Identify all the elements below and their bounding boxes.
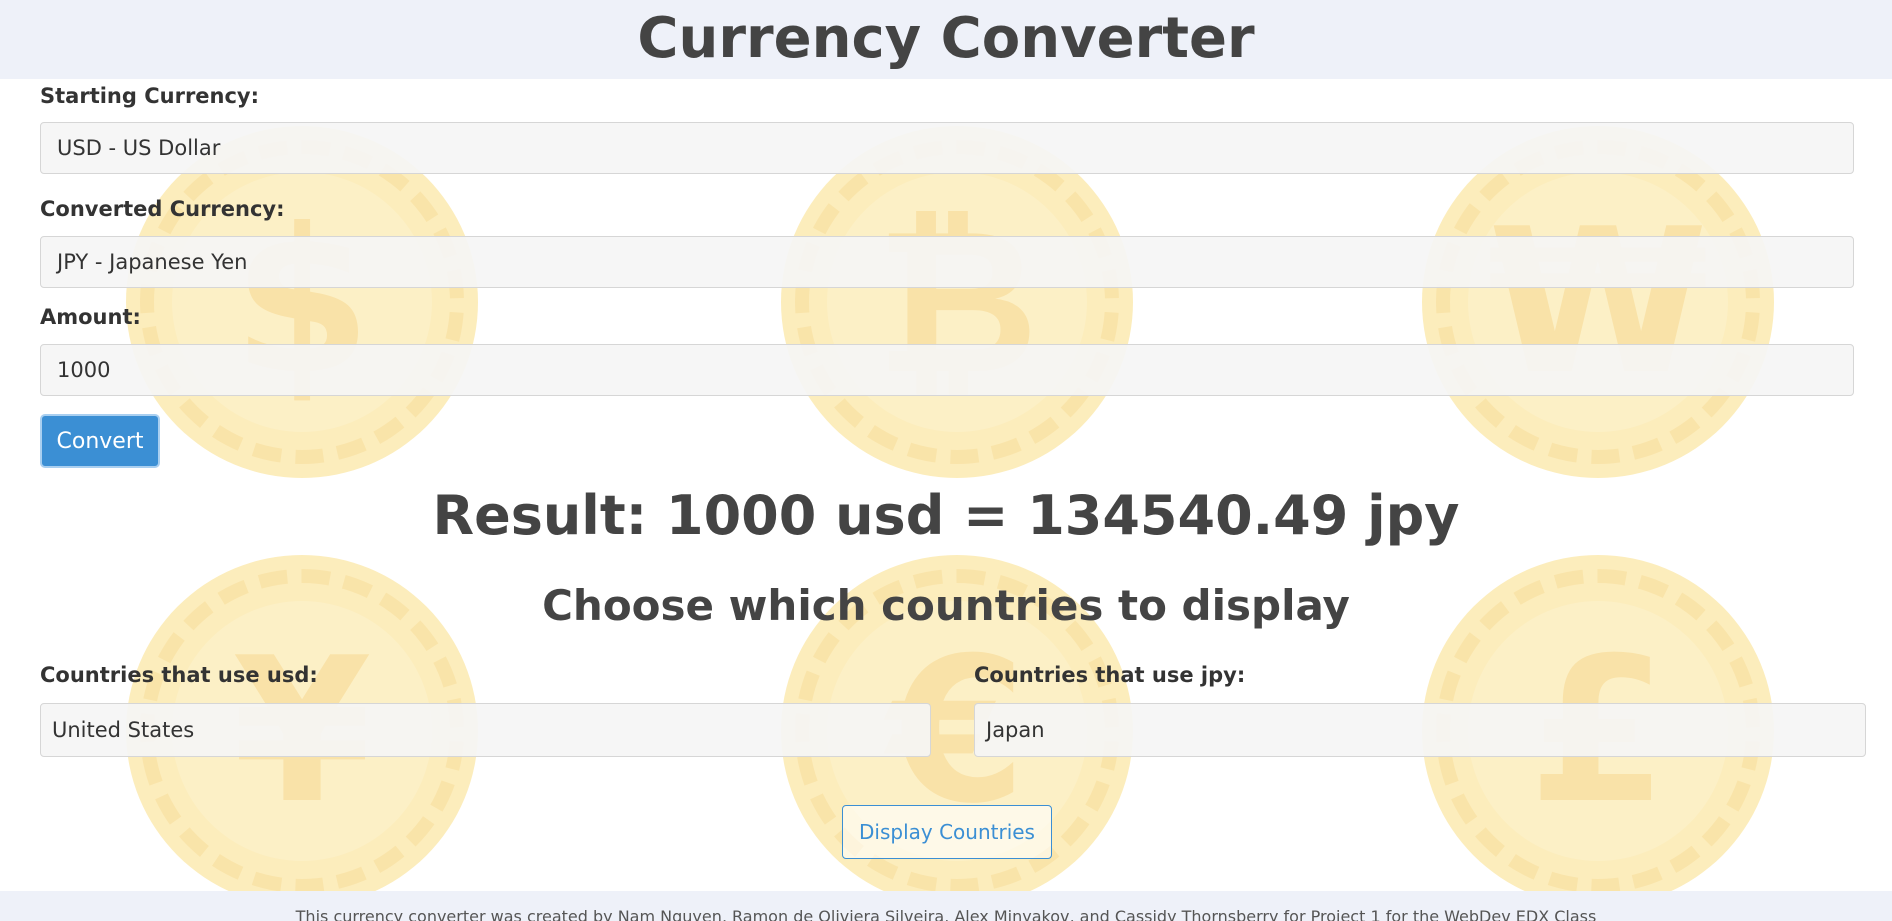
to-countries-select[interactable]: Japan bbox=[974, 703, 1866, 757]
page-footer: This currency converter was created by N… bbox=[0, 891, 1892, 921]
converted-currency-select[interactable]: JPY - Japanese Yen bbox=[40, 236, 1854, 288]
footer-credits: This currency converter was created by N… bbox=[295, 907, 1597, 921]
starting-currency-label: Starting Currency: bbox=[40, 84, 260, 108]
converted-currency-label: Converted Currency: bbox=[40, 197, 285, 221]
amount-input[interactable]: 1000 bbox=[40, 344, 1854, 396]
from-countries-label: Countries that use usd: bbox=[40, 663, 318, 687]
amount-label: Amount: bbox=[40, 305, 141, 329]
conversion-result: Result: 1000 usd = 134540.49 jpy bbox=[432, 484, 1460, 547]
from-countries-select[interactable]: United States bbox=[40, 703, 931, 757]
converter-form: Starting Currency: USD - US Dollar Conve… bbox=[0, 0, 1892, 921]
to-countries-label: Countries that use jpy: bbox=[974, 663, 1246, 687]
starting-currency-select[interactable]: USD - US Dollar bbox=[40, 122, 1854, 174]
countries-heading: Choose which countries to display bbox=[542, 581, 1350, 630]
convert-button[interactable]: Convert bbox=[40, 414, 160, 468]
display-countries-button[interactable]: Display Countries bbox=[842, 805, 1052, 859]
